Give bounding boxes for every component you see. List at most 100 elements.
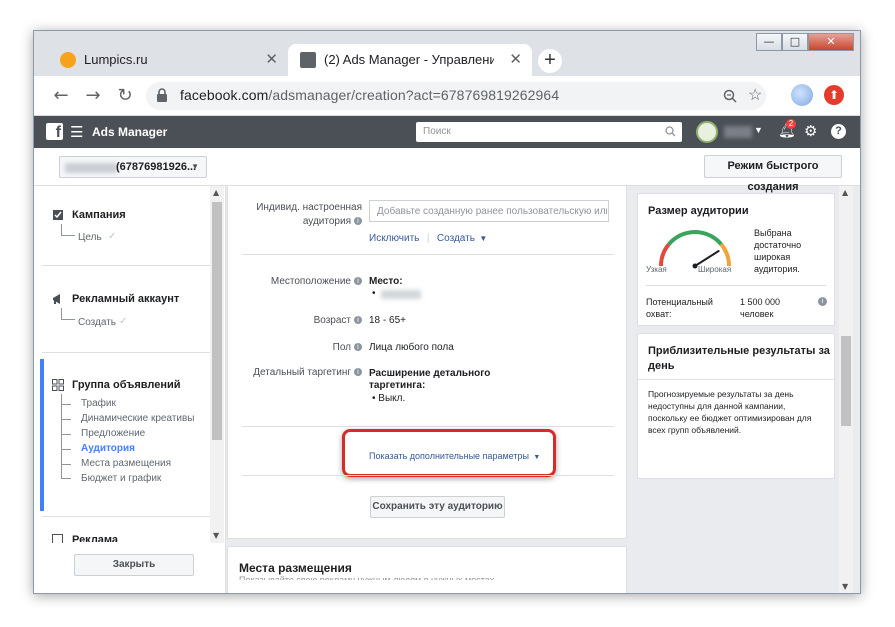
custom-audience-input[interactable]: Добавьте созданную ранее пользовательску…	[369, 200, 609, 222]
window-close-button[interactable]: ✕	[808, 33, 854, 51]
address-bar[interactable]: facebook.com/adsmanager/creation?act=678…	[146, 82, 766, 110]
account-avatar[interactable]	[696, 121, 718, 143]
menu-icon[interactable]: ☰	[70, 123, 83, 141]
account-chevron-down-icon[interactable]: ▼	[754, 125, 763, 135]
substep-objective[interactable]: Цель	[78, 232, 102, 243]
divider	[42, 265, 210, 266]
settings-gear-icon[interactable]: ⚙	[804, 122, 817, 140]
info-icon[interactable]: i	[818, 297, 827, 306]
gender-value[interactable]: Лица любого пола	[369, 342, 454, 353]
potential-reach-label: Потенциальный охват:	[646, 297, 713, 319]
estimated-results-title: Приблизительные результаты за день	[648, 345, 830, 372]
chevron-down-icon: ▼	[191, 162, 199, 171]
gauge-low-label: Узкая	[646, 265, 667, 274]
step-ad-account[interactable]: Рекламный аккаунт	[72, 293, 179, 305]
substep-offer[interactable]: Предложение	[81, 428, 145, 439]
profile-avatar[interactable]	[791, 84, 813, 106]
extension-update-icon[interactable]: ⬆	[824, 85, 844, 105]
account-number: (67876981926...	[116, 161, 197, 173]
substep-dynamic-creatives[interactable]: Динамические креативы	[81, 413, 194, 424]
audience-gauge	[659, 230, 731, 269]
exclude-link[interactable]: Исключить	[369, 233, 419, 244]
substep-budget-schedule[interactable]: Бюджет и график	[81, 473, 161, 484]
creation-subbar: (67876981926... ▼ Режим быстрого создани…	[34, 148, 860, 193]
create-link[interactable]: Создать	[437, 233, 475, 244]
creation-steps-sidebar: Кампания Цель ✓ Рекламный аккаунт Создат…	[34, 186, 226, 593]
scrollbar-thumb[interactable]	[841, 336, 851, 426]
back-arrow-icon[interactable]: ←	[50, 85, 72, 107]
scroll-down-icon[interactable]: ▼	[213, 531, 219, 540]
info-icon[interactable]: i	[354, 368, 362, 377]
substep-traffic[interactable]: Трафик	[81, 398, 116, 409]
app-title: Ads Manager	[92, 125, 168, 139]
highlight-frame	[342, 429, 556, 477]
detailed-targeting-label: Детальный таргетинг i	[242, 367, 362, 378]
browser-window: — □ ✕ Lumpics.ru ✕ (2) Ads Manager - Упр…	[33, 30, 861, 594]
tree-line	[61, 464, 71, 465]
forward-arrow-icon[interactable]: →	[82, 85, 104, 107]
info-icon[interactable]: i	[354, 217, 362, 226]
step-ad-set[interactable]: Группа объявлений	[72, 379, 181, 391]
tab-title: Lumpics.ru	[84, 52, 148, 67]
age-label: Возраст i	[242, 315, 362, 326]
divider	[646, 285, 826, 286]
potential-reach-value: 1 500 000 человек	[740, 297, 781, 319]
account-name-blurred	[65, 163, 117, 173]
tree-line	[61, 308, 75, 320]
fb-search-input[interactable]: Поиск	[416, 122, 682, 142]
substep-audience[interactable]: Аудитория	[81, 443, 135, 454]
new-tab-button[interactable]: +	[538, 49, 562, 73]
gender-label: Пол i	[242, 342, 362, 353]
tree-line	[61, 478, 71, 479]
maximize-button[interactable]: □	[782, 33, 808, 51]
tree-line	[61, 419, 71, 420]
ads-manager-favicon-icon	[300, 52, 316, 68]
url-text: facebook.com/adsmanager/creation?act=678…	[180, 87, 560, 103]
zoom-icon[interactable]	[723, 89, 737, 103]
info-icon[interactable]: i	[354, 316, 362, 325]
bookmark-star-icon[interactable]: ☆	[748, 85, 762, 105]
sidebar-scrollbar[interactable]: ▲ ▼	[210, 186, 224, 543]
divider	[638, 379, 834, 380]
create-chevron-down-icon[interactable]: ▼	[479, 234, 487, 243]
substep-placements[interactable]: Места размещения	[81, 458, 171, 469]
save-audience-button[interactable]: Сохранить эту аудиторию	[370, 496, 505, 518]
detailed-expansion-value[interactable]: • Выкл.	[372, 393, 405, 404]
main-scrollbar[interactable]: ▲ ▼	[839, 186, 853, 593]
step-campaign[interactable]: Кампания	[72, 209, 126, 221]
quick-creation-mode-button[interactable]: Режим быстрого создания	[704, 155, 842, 193]
close-button[interactable]: Закрыть	[74, 554, 194, 576]
scroll-up-icon[interactable]: ▲	[213, 188, 219, 197]
divider	[242, 475, 614, 476]
scroll-up-icon[interactable]: ▲	[842, 188, 848, 197]
scroll-down-icon[interactable]: ▼	[842, 582, 848, 591]
custom-audience-links: Исключить | Создать ▼	[369, 233, 488, 244]
minimize-button[interactable]: —	[756, 33, 782, 51]
tree-line	[61, 224, 75, 236]
reload-icon[interactable]: ↻	[114, 85, 136, 107]
step-ad[interactable]: Реклама	[72, 534, 118, 542]
check-icon: ✓	[119, 316, 128, 327]
scrollbar-thumb[interactable]	[212, 202, 222, 440]
divider	[42, 352, 210, 353]
info-icon[interactable]: i	[354, 277, 362, 286]
active-step-indicator	[40, 359, 44, 511]
audience-size-description: Выбрана достаточно широкая аудитория.	[754, 228, 802, 274]
estimated-results-card: Приблизительные результаты за день Прогно…	[637, 333, 835, 479]
account-name-blurred	[724, 126, 752, 138]
tab-ads-manager[interactable]: (2) Ads Manager - Управление р ✕	[288, 44, 532, 76]
facebook-logo-icon[interactable]: f	[46, 123, 63, 141]
substep-create[interactable]: Создать	[78, 317, 116, 328]
tab-close-icon[interactable]: ✕	[265, 50, 278, 68]
check-icon: ✓	[108, 231, 117, 242]
help-icon[interactable]: ?	[831, 124, 846, 139]
tab-lumpics[interactable]: Lumpics.ru ✕	[48, 44, 288, 76]
location-value: Место:	[369, 276, 403, 287]
detailed-expansion-title: Расширение детального таргетинга:	[369, 368, 491, 391]
custom-audience-label: Индивид. настроенная аудитория i	[256, 202, 362, 227]
ad-account-select[interactable]: (67876981926... ▼	[59, 156, 207, 178]
info-icon[interactable]: i	[354, 343, 362, 352]
placements-title: Места размещения	[239, 561, 352, 575]
age-value[interactable]: 18 - 65+	[369, 315, 406, 326]
tab-close-icon[interactable]: ✕	[509, 50, 522, 68]
